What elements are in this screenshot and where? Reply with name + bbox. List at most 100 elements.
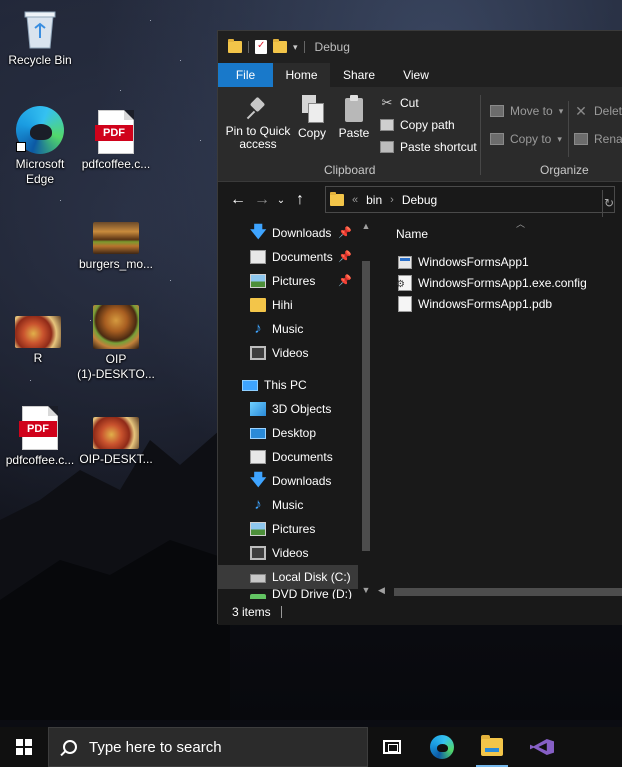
breadcrumb-debug[interactable]: Debug <box>402 193 437 207</box>
desktop-icon-pdfcoffee-1[interactable]: PDF pdfcoffee.c... <box>76 110 156 172</box>
organize-group-label: Organize <box>540 163 589 177</box>
pin-to-quick-access-button[interactable]: Pin to Quick access <box>222 97 294 151</box>
ribbon-tabs: File Home Share View <box>218 63 622 87</box>
scrollbar-thumb[interactable] <box>394 588 622 596</box>
scroll-down-arrow-icon[interactable]: ▼ <box>358 585 374 595</box>
refresh-icon[interactable]: ↻ <box>602 190 614 217</box>
cut-label: Cut <box>400 96 419 110</box>
desktop-icon-oip-1[interactable]: OIP (1)-DESKTO... <box>76 305 156 382</box>
videos-icon <box>250 546 266 560</box>
edge-icon <box>16 106 64 154</box>
task-view-button[interactable] <box>368 727 416 767</box>
desktop-icon-recycle-bin[interactable]: Recycle Bin <box>0 8 80 68</box>
delete-button[interactable]: ✕ Delete <box>574 101 622 121</box>
start-button[interactable] <box>0 727 48 767</box>
properties-icon[interactable] <box>255 40 267 54</box>
nav-item-hihi[interactable]: Hihi <box>218 293 368 317</box>
nav-pane-scrollbar[interactable]: ▲ ▼ <box>358 221 374 599</box>
chevron-down-icon: ▾ <box>557 133 562 144</box>
desktop-icon-pdfcoffee-2[interactable]: PDF pdfcoffee.c... <box>0 406 80 468</box>
oip-desktop-label: OIP-DESKT... <box>79 452 153 466</box>
delete-icon: ✕ <box>575 102 587 119</box>
nav-item-this-pc[interactable]: This PC <box>218 373 368 397</box>
nav-item-pictures-quick[interactable]: Pictures 📌 <box>218 269 368 293</box>
nav-item-documents-quick[interactable]: Documents 📌 <box>218 245 368 269</box>
taskbar-visual-studio[interactable] <box>518 727 566 767</box>
chevron-down-icon: ▾ <box>558 105 564 116</box>
desktop-icon-burgers[interactable]: burgers_mo... <box>76 222 156 272</box>
nav-item-downloads-quick[interactable]: 🡇 Downloads 📌 <box>218 221 368 245</box>
burger-image-thumbnail <box>93 305 139 349</box>
taskbar-file-explorer[interactable] <box>468 727 516 767</box>
file-explorer-window: ▾ Debug File Home Share View Pin to Quic… <box>217 30 622 625</box>
nav-item-label: Videos <box>272 346 309 360</box>
nav-item-music-quick[interactable]: ♪ Music <box>218 317 368 341</box>
file-row[interactable]: WindowsFormsApp1.exe.config <box>396 273 587 293</box>
customize-toolbar-icon[interactable]: ▾ <box>293 42 298 53</box>
copy-to-button[interactable]: Copy to ▾ <box>490 129 562 149</box>
navigation-pane: 🡇 Downloads 📌 Documents 📌 Pictures 📌 Hih… <box>218 217 376 599</box>
nav-item-local-disk[interactable]: Local Disk (C:) <box>218 565 368 589</box>
title-bar[interactable]: ▾ Debug <box>218 31 622 63</box>
forward-arrow-icon[interactable]: → <box>250 191 274 209</box>
pin-icon: 📌 <box>338 275 352 287</box>
copy-icon <box>300 95 324 123</box>
address-bar[interactable]: « bin › Debug ↻ <box>325 186 615 217</box>
desktop-icon-edge[interactable]: Microsoft Edge <box>0 106 80 187</box>
nav-item-music[interactable]: ♪ Music <box>218 493 368 517</box>
nav-item-videos[interactable]: Videos <box>218 541 368 565</box>
documents-icon <box>250 450 266 464</box>
paste-shortcut-icon <box>380 141 394 153</box>
taskbar-search-box[interactable]: Type here to search <box>48 727 368 767</box>
tab-view[interactable]: View <box>388 63 444 87</box>
back-arrow-icon[interactable]: ← <box>226 191 250 209</box>
task-view-icon <box>383 740 401 754</box>
breadcrumb-bin[interactable]: bin <box>366 193 382 207</box>
copy-to-label: Copy to <box>510 132 552 146</box>
download-arrow-icon: 🡇 <box>250 472 267 489</box>
cut-button[interactable]: ✂ Cut <box>380 93 419 113</box>
desktop-icon-r[interactable]: R <box>0 316 78 366</box>
status-bar: 3 items <box>218 599 622 625</box>
tab-share[interactable]: Share <box>330 63 388 87</box>
scroll-left-arrow-icon[interactable]: ◀ <box>378 585 385 596</box>
paste-button[interactable]: Paste <box>336 95 372 140</box>
breadcrumb-overflow[interactable]: « <box>352 194 358 206</box>
config-file-icon <box>396 275 412 291</box>
nav-item-videos-quick[interactable]: Videos <box>218 341 368 365</box>
nav-item-documents[interactable]: Documents <box>218 445 368 469</box>
file-row[interactable]: WindowsFormsApp1 <box>398 252 529 272</box>
paste-shortcut-label: Paste shortcut <box>400 140 477 154</box>
desktop-icon-oip-desktop[interactable]: OIP-DESKT... <box>76 417 156 467</box>
edge-icon <box>430 735 454 759</box>
divider <box>280 606 282 618</box>
tab-file[interactable]: File <box>218 63 273 87</box>
nav-item-dvd-drive[interactable]: DVD Drive (D:) E... <box>218 587 368 599</box>
nav-item-pictures[interactable]: Pictures <box>218 517 368 541</box>
horizontal-scrollbar[interactable]: ◀ <box>376 585 622 599</box>
taskbar-edge[interactable] <box>418 727 466 767</box>
copy-path-button[interactable]: Copy path <box>380 115 455 135</box>
file-name: WindowsFormsApp1 <box>418 255 529 269</box>
copy-button[interactable]: Copy <box>294 95 330 140</box>
window-title: Debug <box>314 40 350 54</box>
file-list-pane: ︿ Name WindowsFormsApp1 WindowsFormsApp1… <box>376 217 622 599</box>
up-arrow-icon[interactable]: ↑ <box>288 191 312 209</box>
nav-item-3d-objects[interactable]: 3D Objects <box>218 397 368 421</box>
paste-shortcut-button[interactable]: Paste shortcut <box>380 137 477 157</box>
copy-path-icon <box>380 119 394 131</box>
column-header-name[interactable]: Name <box>396 227 428 241</box>
nav-item-desktop[interactable]: Desktop <box>218 421 368 445</box>
chevron-right-icon[interactable]: › <box>390 194 394 206</box>
recent-locations-chevron-icon[interactable]: ⌄ <box>274 195 288 206</box>
nav-item-downloads[interactable]: 🡇 Downloads <box>218 469 368 493</box>
move-to-button[interactable]: Move to ▾ <box>490 101 563 121</box>
scroll-up-arrow-icon[interactable]: ▲ <box>358 221 374 231</box>
scrollbar-thumb[interactable] <box>362 261 370 551</box>
burger-image-thumbnail <box>93 222 139 254</box>
divider <box>248 41 249 53</box>
tab-home[interactable]: Home <box>273 63 330 87</box>
rename-button[interactable]: Rename <box>574 129 622 149</box>
file-row[interactable]: WindowsFormsApp1.pdb <box>398 294 552 314</box>
new-folder-icon[interactable] <box>273 39 287 53</box>
